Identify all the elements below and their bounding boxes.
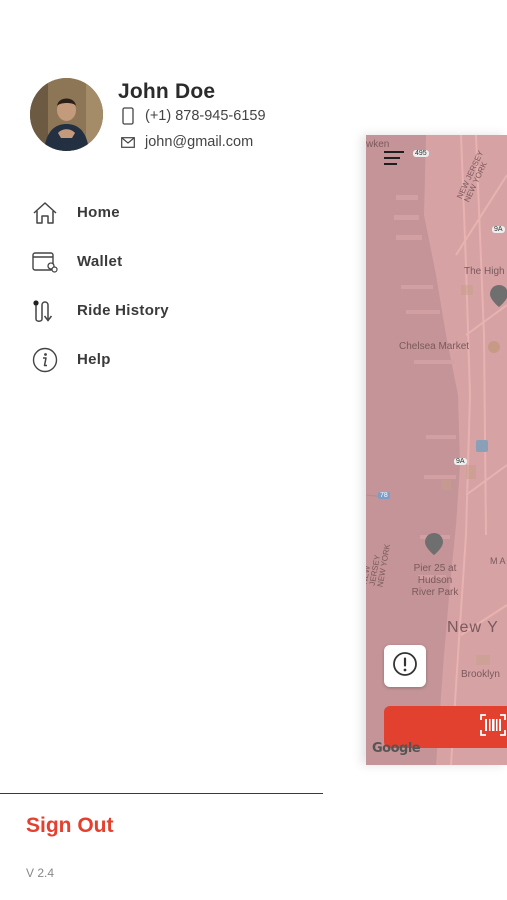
drawer-menu: Home Wallet Ride History Help — [30, 188, 290, 384]
mail-icon — [118, 134, 138, 150]
footer-divider — [0, 793, 323, 794]
map-label-weehawken: wken — [366, 139, 390, 150]
map-label-ma: M A — [490, 556, 506, 566]
google-logo: Google — [372, 741, 421, 756]
menu-item-ride-history[interactable]: Ride History — [30, 286, 290, 335]
map-label-brooklyn: Brooklyn — [461, 669, 500, 680]
map-view[interactable]: wken NEW JERSEY NEW YORK The High Chelse… — [366, 135, 507, 765]
map-label-pier-25: Pier 25 at Hudson River Park — [411, 563, 459, 598]
menu-item-label: Help — [77, 351, 111, 368]
alert-icon — [392, 651, 418, 682]
map-label-new-york: New Y — [447, 619, 499, 636]
route-icon — [30, 296, 60, 326]
email-address: john@gmail.com — [145, 134, 254, 150]
barcode-scan-icon — [480, 713, 506, 741]
email-row: john@gmail.com — [118, 134, 253, 150]
hamburger-menu-icon[interactable] — [384, 151, 404, 167]
menu-item-label: Wallet — [77, 253, 123, 270]
info-icon — [30, 345, 60, 375]
route-shield-9a-top: 9A — [492, 226, 505, 233]
avatar[interactable] — [30, 78, 103, 151]
menu-item-label: Ride History — [77, 302, 169, 319]
sign-out-button[interactable]: Sign Out — [26, 814, 114, 838]
report-issue-button[interactable] — [384, 645, 426, 687]
phone-icon — [118, 107, 138, 125]
phone-number: (+1) 878-945-6159 — [145, 108, 266, 124]
map-label-high-line: The High — [464, 266, 505, 277]
wallet-icon — [30, 247, 60, 277]
map-label-chelsea-market: Chelsea Market — [399, 341, 470, 352]
user-name: John Doe — [118, 80, 216, 103]
route-shield-495: 495 — [413, 150, 429, 157]
route-shield-9a-mid: 9A — [454, 458, 467, 465]
profile-header: John Doe (+1) 878-945-6159 john@gmail.co… — [30, 78, 330, 158]
menu-item-label: Home — [77, 204, 120, 221]
menu-item-home[interactable]: Home — [30, 188, 290, 237]
route-shield-78: 78 — [378, 492, 390, 499]
menu-item-help[interactable]: Help — [30, 335, 290, 384]
phone-row: (+1) 878-945-6159 — [118, 107, 266, 125]
app-version: V 2.4 — [26, 866, 55, 880]
menu-item-wallet[interactable]: Wallet — [30, 237, 290, 286]
home-icon — [30, 198, 60, 228]
